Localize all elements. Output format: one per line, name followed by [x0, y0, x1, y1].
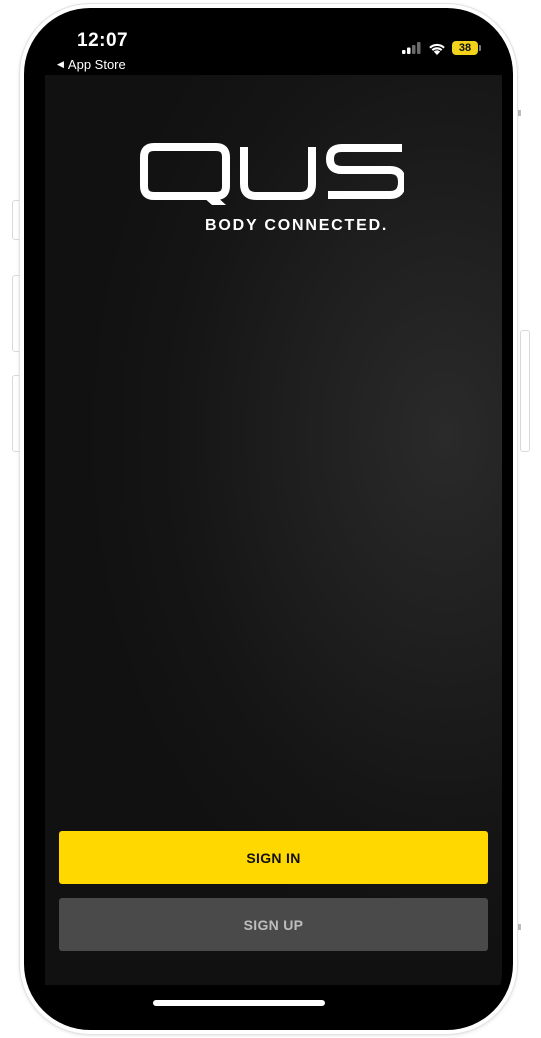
battery-level: 38	[458, 42, 472, 54]
status-bar: 12:07 ◀ App Store 38	[35, 11, 502, 75]
home-indicator[interactable]	[153, 1000, 325, 1006]
battery-icon: 38	[452, 41, 481, 55]
device-stage: 12:07 ◀ App Store 38 BODY CONNECTED. SIG…	[0, 0, 541, 1038]
phone-frame: 12:07 ◀ App Store 38 BODY CONNECTED. SIG…	[20, 4, 517, 1034]
back-to-app-store-link[interactable]: ◀ App Store	[57, 57, 126, 72]
status-icons: 38	[402, 41, 481, 55]
welcome-screen: BODY CONNECTED. SIGN IN SIGN UP	[45, 75, 502, 985]
phone-bezel: 12:07 ◀ App Store 38 BODY CONNECTED. SIG…	[24, 8, 513, 1030]
back-arrow-icon: ◀	[57, 59, 64, 69]
phone-screen: 12:07 ◀ App Store 38 BODY CONNECTED. SIG…	[35, 11, 502, 1027]
tagline: BODY CONNECTED.	[205, 217, 389, 234]
qus-logo	[140, 143, 404, 205]
power-button	[520, 330, 530, 452]
back-link-label: App Store	[67, 57, 126, 72]
sign-in-button[interactable]: SIGN IN	[59, 831, 488, 884]
status-time: 12:07	[77, 30, 129, 51]
cellular-signal-icon	[402, 42, 421, 54]
wifi-icon	[429, 43, 445, 55]
sign-up-button[interactable]: SIGN UP	[59, 898, 488, 951]
